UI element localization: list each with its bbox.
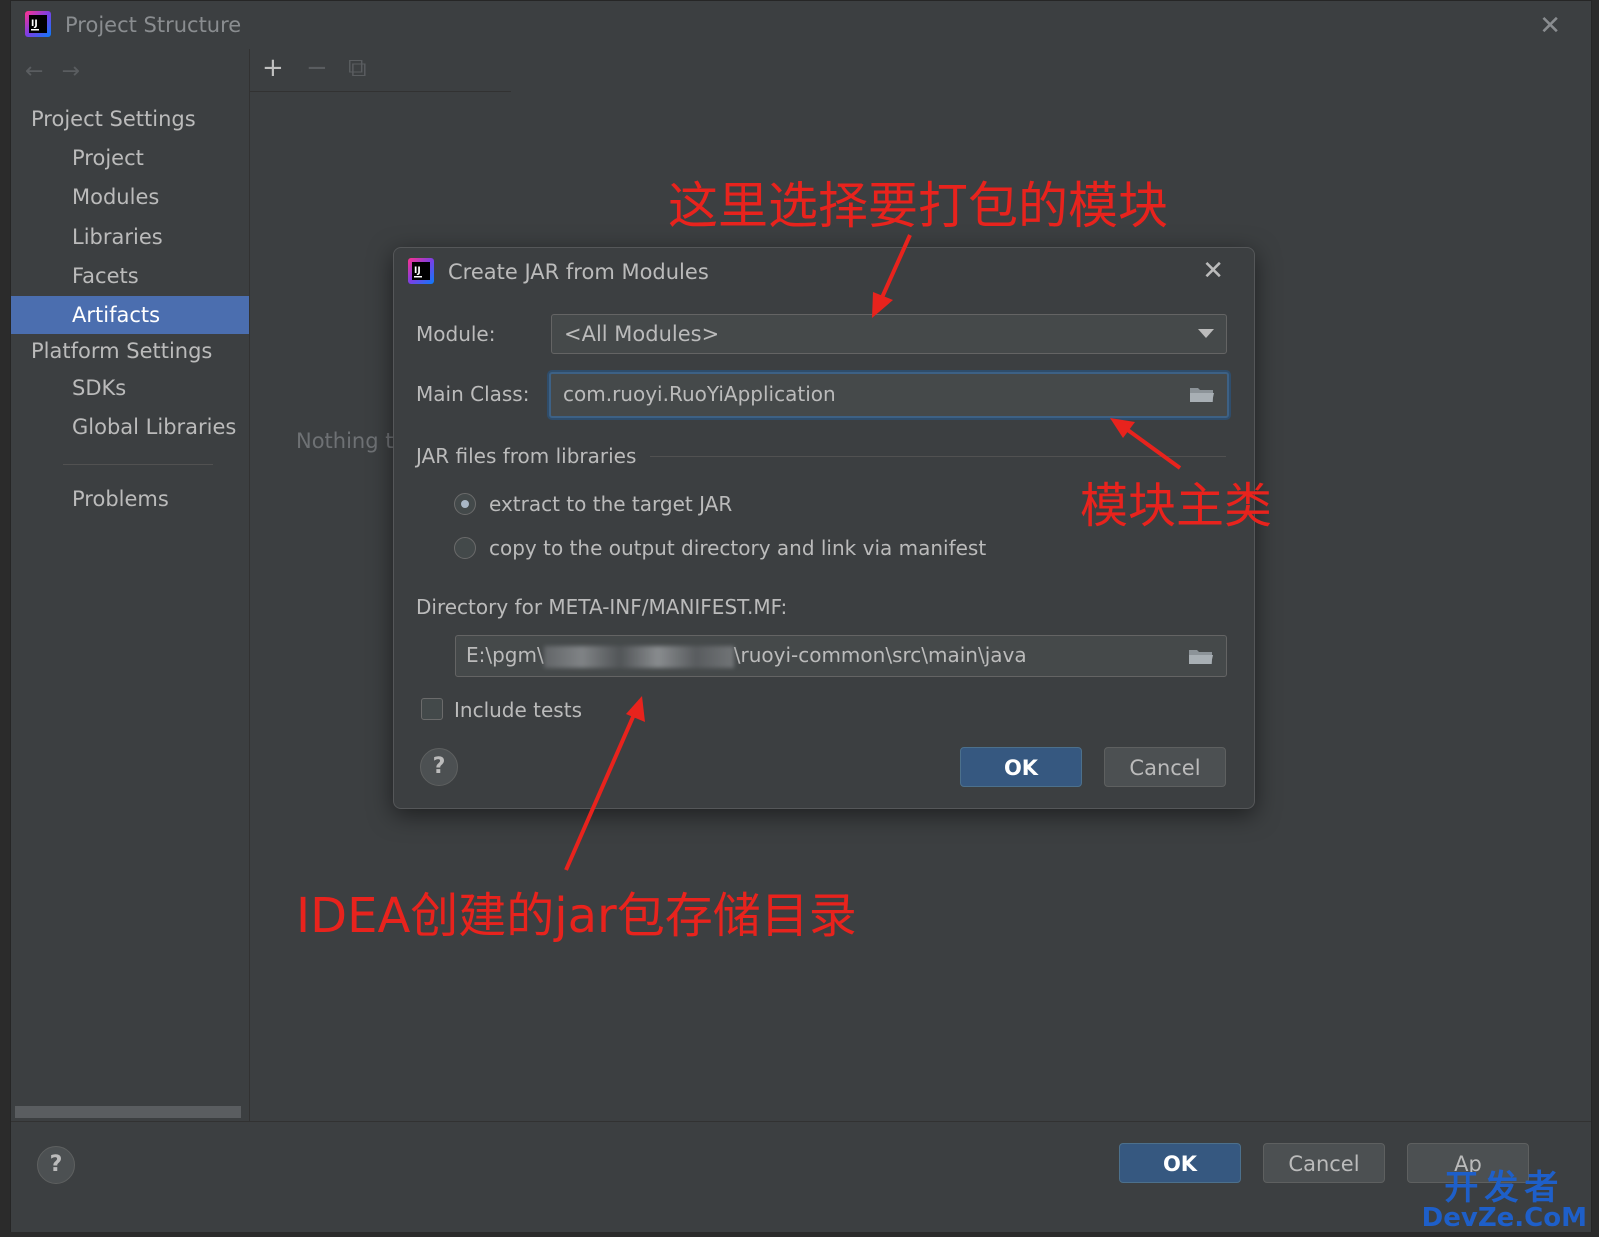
close-icon[interactable]: ✕ (1202, 256, 1224, 286)
section-project-settings: Project Settings (31, 107, 196, 131)
dialog-ok-button[interactable]: OK (960, 747, 1082, 787)
window-title: Project Structure (65, 13, 242, 37)
sidebar-item-libraries[interactable]: Libraries (11, 218, 249, 256)
group-divider (650, 456, 1226, 457)
sidebar-item-label: Facets (72, 264, 139, 288)
back-arrow-icon[interactable]: ← (25, 59, 43, 84)
module-annotation: 这里选择要打包的模块 (668, 177, 1168, 235)
sidebar-item-facets[interactable]: Facets (11, 257, 249, 295)
sidebar-item-sdks[interactable]: SDKs (11, 369, 249, 407)
main-class-value: com.ruoyi.RuoYiApplication (563, 382, 836, 406)
title-bar: IJ Project Structure ✕ (11, 1, 1591, 49)
sidebar-item-label: Problems (72, 487, 169, 511)
svg-text:IJ: IJ (414, 266, 421, 276)
sidebar-item-project[interactable]: Project (11, 139, 249, 177)
dialog-title: Create JAR from Modules (448, 260, 709, 284)
manifest-dir-suffix: \ruoyi-common\src\main\java (733, 643, 1027, 667)
forward-arrow-icon[interactable]: → (61, 59, 79, 84)
chevron-down-icon (1198, 329, 1214, 338)
watermark-line1: 开发者 (1444, 1168, 1565, 1208)
sidebar-item-label: Project (72, 146, 144, 170)
redacted-path (543, 645, 734, 668)
manifest-dir-label: Directory for META-INF/MANIFEST.MF: (416, 595, 788, 619)
radio-dot (461, 500, 469, 508)
module-label: Module: (416, 322, 496, 346)
include-tests-label[interactable]: Include tests (454, 698, 582, 722)
empty-state-text: Nothing to (296, 429, 407, 453)
help-icon[interactable]: ? (37, 1146, 75, 1184)
radio-extract-label[interactable]: extract to the target JAR (489, 492, 732, 516)
sidebar-item-artifacts[interactable]: Artifacts (11, 296, 249, 334)
watermark-line2: DevZe.CoM (1421, 1203, 1587, 1233)
watermark-logo: 开发者 DevZe.CoM (1422, 1171, 1587, 1231)
dialog-cancel-button[interactable]: Cancel (1104, 747, 1226, 787)
remove-icon[interactable]: − (306, 53, 328, 83)
radio-copy-label[interactable]: copy to the output directory and link vi… (489, 536, 986, 560)
sidebar-item-label: SDKs (72, 376, 127, 400)
ok-button[interactable]: OK (1119, 1143, 1241, 1183)
svg-text:IJ: IJ (31, 19, 38, 29)
include-tests-checkbox[interactable] (421, 698, 443, 720)
sidebar-item-label: Libraries (72, 225, 163, 249)
sidebar-item-global-libraries[interactable]: Global Libraries (11, 408, 249, 446)
folder-icon[interactable] (1189, 385, 1215, 403)
main-class-annotation: 模块主类 (1080, 478, 1273, 534)
sidebar-divider (63, 464, 213, 465)
sidebar-item-label: Artifacts (72, 303, 161, 327)
manifest-dir-input[interactable]: E:\pgm\ \ruoyi-common\src\main\java (455, 635, 1227, 677)
radio-extract[interactable] (454, 493, 476, 515)
directory-annotation: IDEA创建的jar包存储目录 (296, 888, 857, 944)
settings-sidebar: ← → Project Settings Project Modules Libr… (11, 49, 249, 1129)
cancel-button[interactable]: Cancel (1263, 1143, 1385, 1183)
section-platform-settings: Platform Settings (31, 339, 213, 363)
radio-copy[interactable] (454, 537, 476, 559)
main-class-label: Main Class: (416, 382, 530, 406)
help-icon[interactable]: ? (420, 748, 458, 786)
sidebar-scrollbar[interactable] (15, 1106, 241, 1118)
artifacts-toolbar: + − ⧉ (250, 49, 512, 92)
bottom-button-bar: ? OK Cancel Ap (11, 1121, 1591, 1232)
jar-group-label: JAR files from libraries (416, 444, 637, 468)
module-select-value: <All Modules> (564, 322, 720, 346)
folder-icon[interactable] (1188, 647, 1214, 665)
nav-arrows: ← → (25, 59, 98, 84)
close-icon[interactable]: ✕ (1539, 11, 1561, 41)
manifest-dir-prefix: E:\pgm\ (466, 643, 544, 667)
sidebar-item-label: Global Libraries (72, 415, 237, 439)
intellij-app-icon: IJ (25, 11, 51, 37)
sidebar-item-modules[interactable]: Modules (11, 178, 249, 216)
copy-icon[interactable]: ⧉ (348, 53, 367, 84)
intellij-app-icon: IJ (408, 258, 434, 284)
sidebar-item-label: Modules (72, 185, 160, 209)
add-icon[interactable]: + (262, 53, 284, 83)
sidebar-item-problems[interactable]: Problems (11, 480, 249, 518)
module-select[interactable]: <All Modules> (551, 314, 1227, 354)
manifest-dir-value: E:\pgm\ \ruoyi-common\src\main\java (466, 643, 1027, 668)
main-class-input[interactable]: com.ruoyi.RuoYiApplication (549, 372, 1229, 418)
